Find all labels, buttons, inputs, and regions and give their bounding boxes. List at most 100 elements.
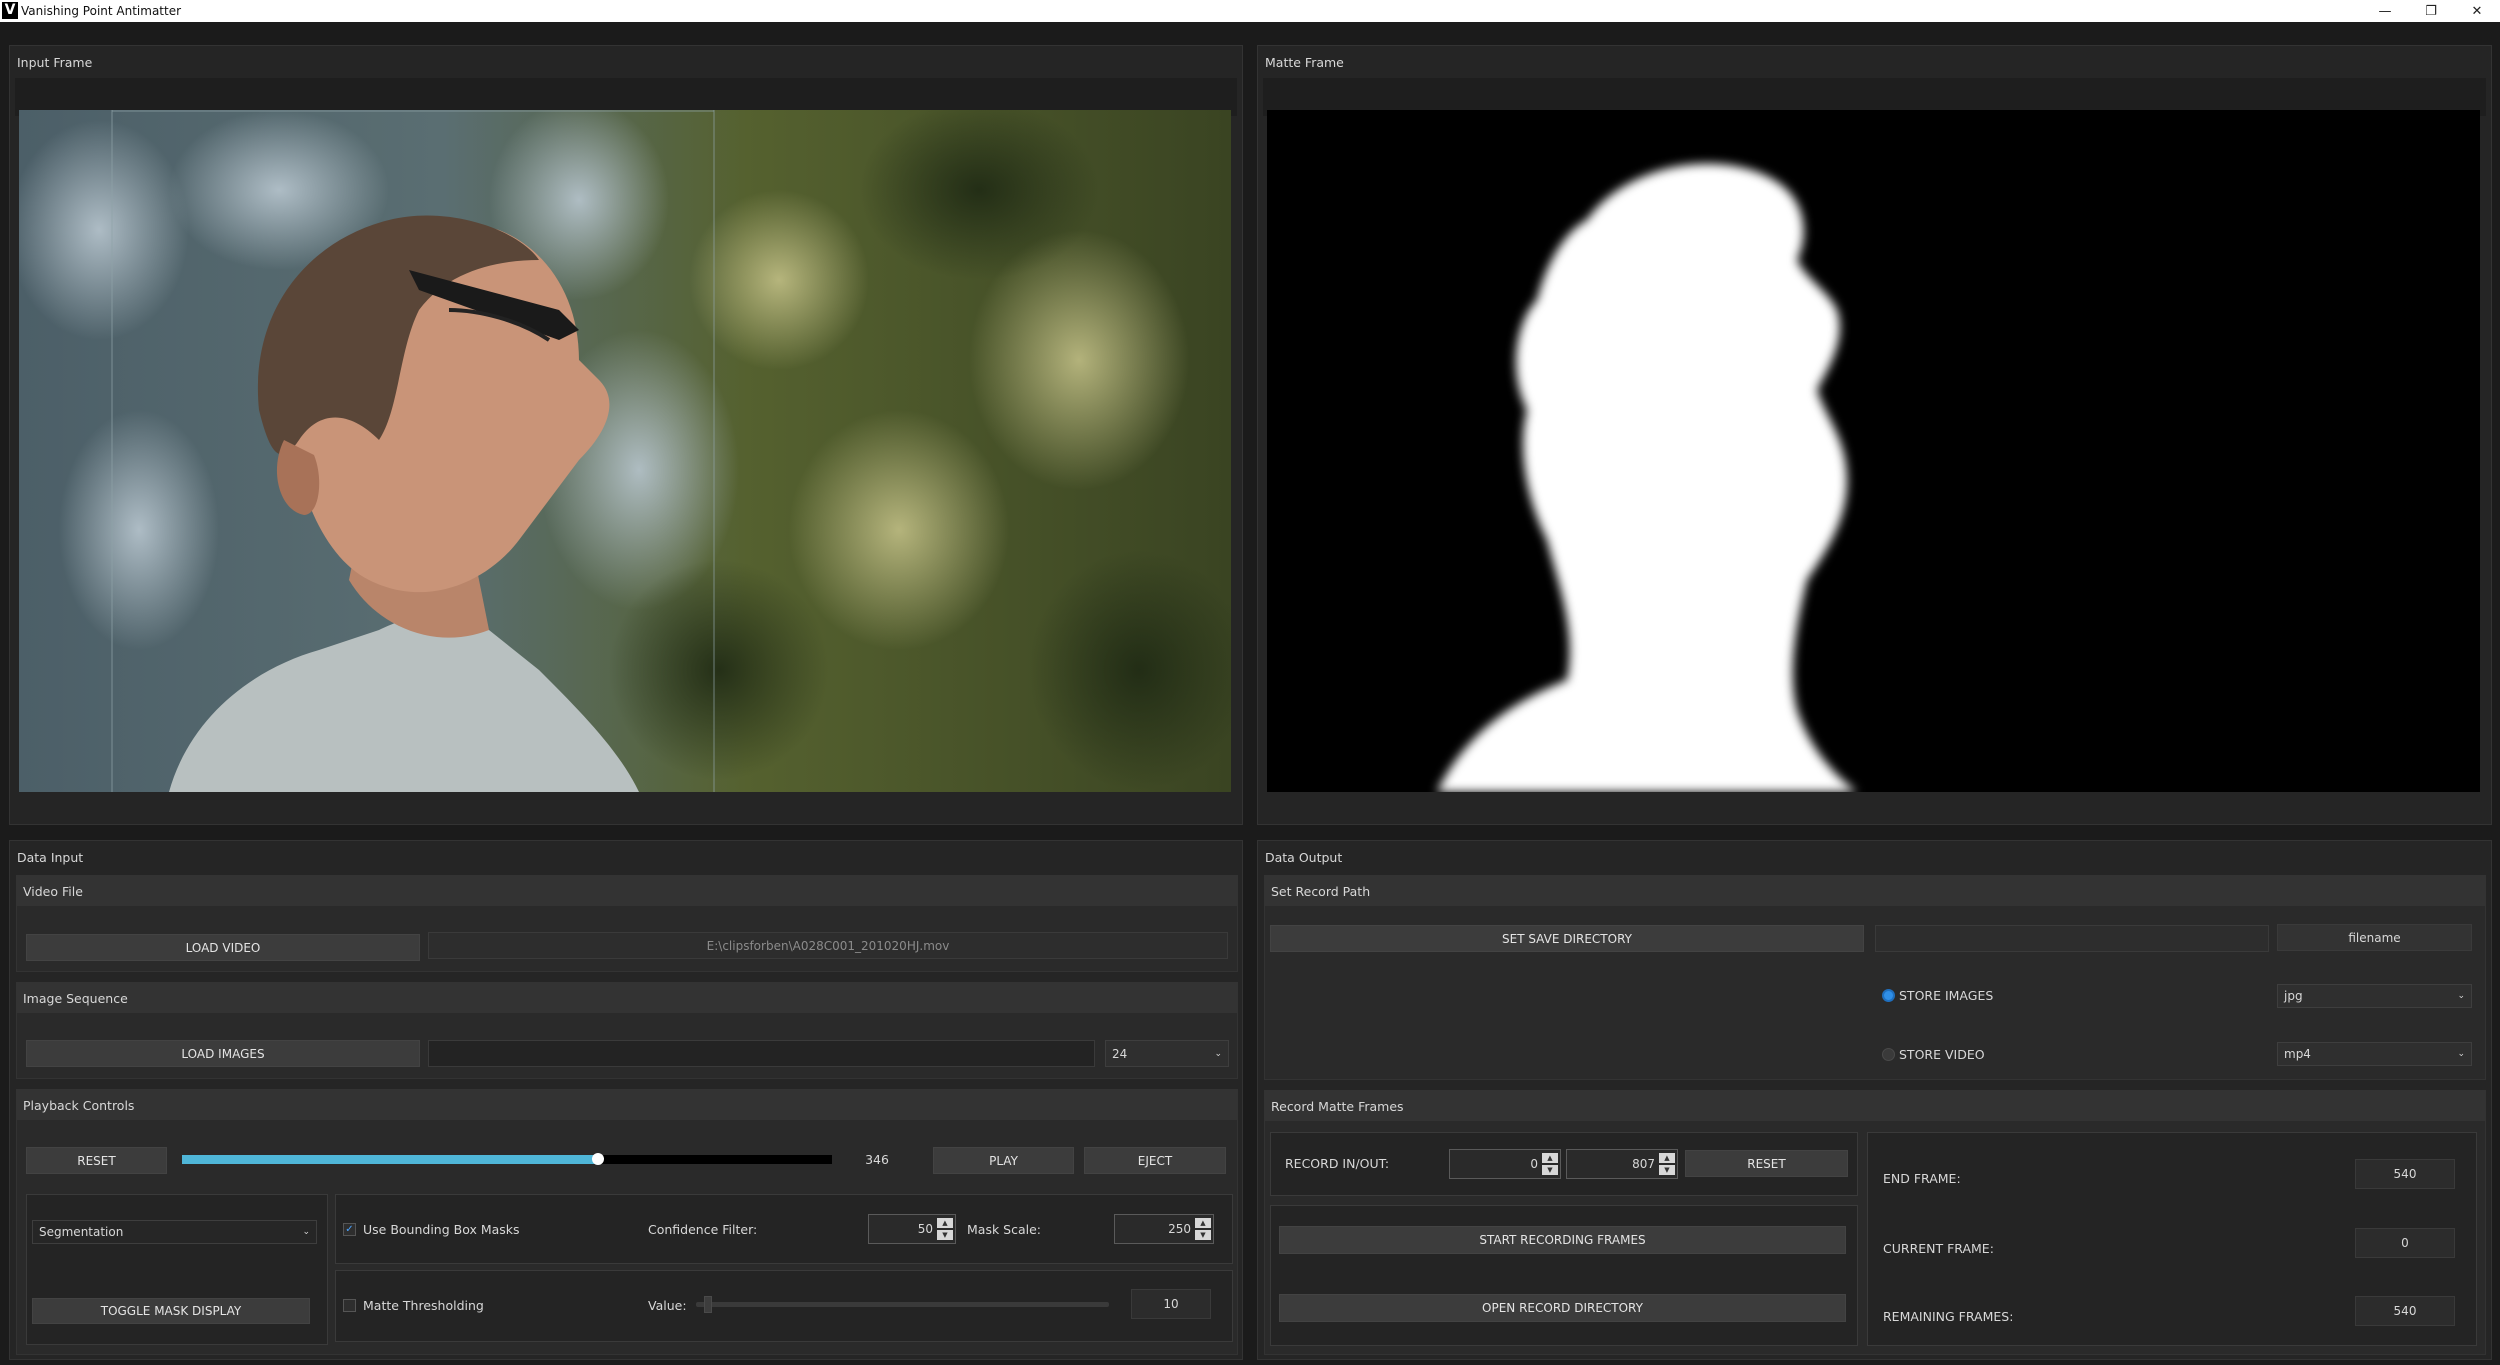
matte-thresholding-checkbox[interactable] (343, 1299, 356, 1312)
spin-arrows[interactable]: ▲ ▼ (1542, 1152, 1558, 1176)
chevron-down-icon: ⌄ (2457, 991, 2465, 1001)
mask-scale-spinbox[interactable]: 250 ▲ ▼ (1114, 1214, 1214, 1244)
checkmark-icon: ✓ (345, 1224, 354, 1235)
load-video-button[interactable]: LOAD VIDEO (26, 934, 420, 961)
spin-down-icon[interactable]: ▼ (1195, 1230, 1211, 1240)
threshold-value-field[interactable]: 10 (1131, 1289, 1211, 1319)
spin-up-icon[interactable]: ▲ (937, 1218, 953, 1228)
video-file-heading: Video File (17, 876, 1237, 906)
image-format-value: jpg (2284, 989, 2303, 1003)
store-images-radio[interactable] (1882, 989, 1895, 1002)
data-output-panel: Data Output Set Record Path SET SAVE DIR… (1257, 840, 2492, 1360)
record-path-heading: Set Record Path (1265, 876, 2485, 906)
spin-down-icon[interactable]: ▼ (1542, 1165, 1558, 1175)
input-frame-image (19, 110, 1231, 792)
filename-field[interactable]: filename (2277, 924, 2472, 951)
data-input-panel: Data Input Video File LOAD VIDEO E:\clip… (9, 840, 1243, 1360)
spin-arrows[interactable]: ▲ ▼ (1195, 1217, 1211, 1241)
spin-up-icon[interactable]: ▲ (1195, 1218, 1211, 1228)
image-format-select[interactable]: jpg ⌄ (2277, 984, 2472, 1008)
input-frame-panel: Input Frame (9, 45, 1243, 825)
video-format-value: mp4 (2284, 1047, 2311, 1061)
data-input-title: Data Input (17, 850, 84, 865)
matte-video-viewport[interactable] (1267, 110, 2480, 792)
toggle-mask-display-button[interactable]: TOGGLE MASK DISPLAY (32, 1298, 310, 1324)
recording-actions-group: START RECORDING FRAMES OPEN RECORD DIREC… (1270, 1205, 1858, 1346)
playback-reset-button[interactable]: RESET (26, 1147, 167, 1174)
fps-select[interactable]: 24 ⌄ (1105, 1040, 1229, 1067)
bounding-box-checkbox[interactable]: ✓ (343, 1223, 356, 1236)
mask-mode-select[interactable]: Segmentation ⌄ (32, 1220, 317, 1244)
app-logo-icon: V (2, 2, 18, 19)
record-in-value: 0 (1530, 1157, 1538, 1171)
record-reset-button[interactable]: RESET (1685, 1150, 1848, 1177)
remaining-frames-value: 540 (2355, 1296, 2455, 1326)
set-save-directory-button[interactable]: SET SAVE DIRECTORY (1270, 925, 1864, 952)
record-out-spinbox[interactable]: 807 ▲ ▼ (1566, 1149, 1678, 1179)
save-directory-field[interactable] (1875, 925, 2269, 952)
mask-mode-group: Segmentation ⌄ TOGGLE MASK DISPLAY (26, 1194, 328, 1345)
matte-thresholding-group: Matte Thresholding Value: 10 (335, 1270, 1233, 1342)
record-in-out-label: RECORD IN/OUT: (1285, 1156, 1390, 1171)
spin-down-icon[interactable]: ▼ (1659, 1165, 1675, 1175)
chevron-down-icon: ⌄ (302, 1227, 310, 1237)
app-title: Vanishing Point Antimatter (21, 4, 182, 18)
record-in-spinbox[interactable]: 0 ▲ ▼ (1449, 1149, 1561, 1179)
matte-frame-panel: Matte Frame (1257, 45, 2492, 825)
playback-controls-group: Playback Controls RESET 346 PLAY EJECT S… (16, 1089, 1238, 1355)
video-path-field[interactable]: E:\clipsforben\A028C001_201020HJ.mov (428, 932, 1228, 959)
image-sequence-path-field[interactable] (428, 1040, 1095, 1067)
confidence-filter-label: Confidence Filter: (648, 1222, 758, 1237)
threshold-slider-handle[interactable] (704, 1296, 713, 1313)
minimize-button[interactable]: — (2362, 0, 2408, 22)
title-bar: V Vanishing Point Antimatter — ❐ ✕ (0, 0, 2500, 22)
spin-up-icon[interactable]: ▲ (1542, 1153, 1558, 1163)
end-frame-value: 540 (2355, 1159, 2455, 1189)
video-format-select[interactable]: mp4 ⌄ (2277, 1042, 2472, 1066)
end-frame-label: END FRAME: (1883, 1171, 1961, 1186)
mask-scale-value: 250 (1168, 1222, 1191, 1236)
close-button[interactable]: ✕ (2454, 0, 2500, 22)
matte-frame-image (1267, 110, 2480, 792)
playback-slider-fill (182, 1155, 598, 1164)
threshold-value-label: Value: (648, 1298, 687, 1313)
image-sequence-group: Image Sequence LOAD IMAGES 24 ⌄ (16, 982, 1238, 1079)
start-recording-button[interactable]: START RECORDING FRAMES (1279, 1226, 1846, 1254)
matte-frame-title: Matte Frame (1265, 55, 1344, 70)
playback-slider[interactable] (182, 1153, 832, 1165)
load-images-button[interactable]: LOAD IMAGES (26, 1040, 420, 1067)
confidence-filter-spinbox[interactable]: 50 ▲ ▼ (868, 1214, 956, 1244)
eject-button[interactable]: EJECT (1084, 1147, 1226, 1174)
bounding-box-group: ✓ Use Bounding Box Masks Confidence Filt… (335, 1194, 1233, 1264)
store-video-label: STORE VIDEO (1899, 1047, 1985, 1062)
input-frame-title: Input Frame (17, 55, 93, 70)
video-file-group: Video File LOAD VIDEO E:\clipsforben\A02… (16, 875, 1238, 972)
spin-down-icon[interactable]: ▼ (937, 1230, 953, 1240)
input-video-viewport[interactable] (19, 110, 1231, 792)
spin-arrows[interactable]: ▲ ▼ (937, 1217, 953, 1241)
current-frame-label: CURRENT FRAME: (1883, 1241, 1994, 1256)
remaining-frames-label: REMAINING FRAMES: (1883, 1309, 2014, 1324)
play-button[interactable]: PLAY (933, 1147, 1074, 1174)
current-frame-value: 0 (2355, 1228, 2455, 1258)
record-path-group: Set Record Path SET SAVE DIRECTORY filen… (1264, 875, 2486, 1080)
playback-controls-heading: Playback Controls (17, 1090, 1237, 1120)
chevron-down-icon: ⌄ (2457, 1049, 2465, 1059)
store-images-label: STORE IMAGES (1899, 988, 1994, 1003)
chevron-down-icon: ⌄ (1214, 1048, 1222, 1059)
open-record-directory-button[interactable]: OPEN RECORD DIRECTORY (1279, 1294, 1846, 1322)
mask-mode-value: Segmentation (39, 1225, 124, 1239)
spin-arrows[interactable]: ▲ ▼ (1659, 1152, 1675, 1176)
threshold-slider[interactable] (696, 1296, 1109, 1313)
spin-up-icon[interactable]: ▲ (1659, 1153, 1675, 1163)
confidence-filter-value: 50 (917, 1222, 933, 1236)
record-out-value: 807 (1632, 1157, 1655, 1171)
frame-stats-group: END FRAME: 540 CURRENT FRAME: 0 REMAININ… (1867, 1132, 2477, 1346)
record-matte-group: Record Matte Frames RECORD IN/OUT: 0 ▲ ▼ … (1264, 1090, 2486, 1355)
restore-button[interactable]: ❐ (2408, 0, 2454, 22)
matte-thresholding-label: Matte Thresholding (363, 1298, 484, 1313)
playback-slider-handle[interactable] (592, 1153, 604, 1165)
fps-select-value: 24 (1112, 1046, 1128, 1061)
store-video-radio[interactable] (1882, 1048, 1895, 1061)
mask-scale-label: Mask Scale: (967, 1222, 1042, 1237)
